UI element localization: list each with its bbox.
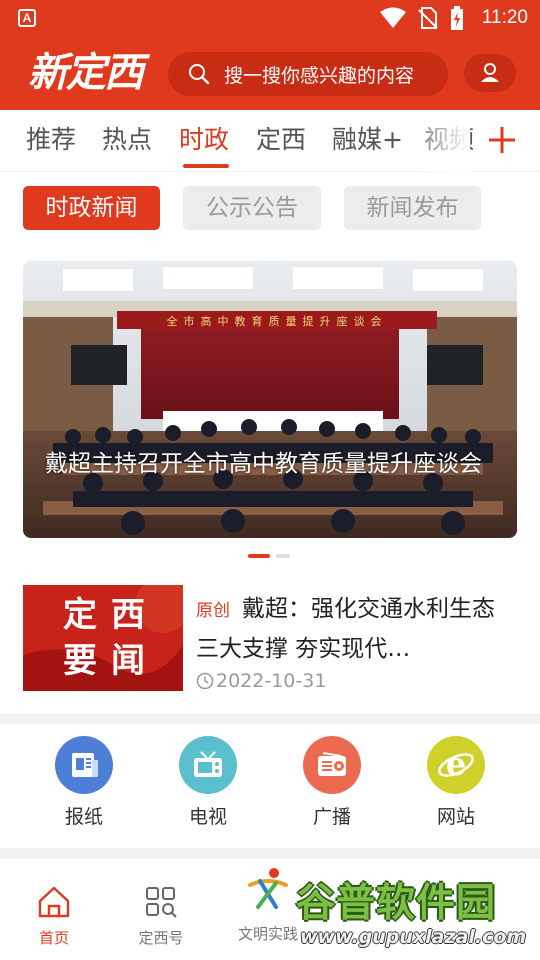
tab-media-plus[interactable]: 融媒+ xyxy=(332,124,403,156)
media-label: 广播 xyxy=(312,806,351,828)
user-button[interactable] xyxy=(464,54,516,92)
news-title: 原创 戴超：强化交通水利生态三大支撑 夯实现代… xyxy=(196,590,516,668)
civilization-logo-icon xyxy=(248,868,288,909)
watermark-text: 谷普软件园 xyxy=(296,881,497,926)
wifi-icon xyxy=(380,7,406,28)
nav-label: 定西号 xyxy=(138,929,184,947)
tab-politics[interactable]: 时政 xyxy=(179,124,229,156)
tabs-fade xyxy=(404,110,470,172)
carousel[interactable]: 全市高中教育质量提升座谈会 戴超主持召开全市高中教育质量提升座谈会 xyxy=(23,261,517,538)
app-logo[interactable]: 新定西 xyxy=(28,46,144,100)
search-icon xyxy=(189,64,210,85)
subtab-political-news[interactable]: 时政新闻 xyxy=(23,186,160,230)
media-label: 报纸 xyxy=(64,806,103,828)
news-date: 2022-10-31 xyxy=(196,670,326,692)
search-placeholder: 搜一搜你感兴趣的内容 xyxy=(224,64,415,87)
radio-icon xyxy=(303,736,361,794)
app-header: 新定西 搜一搜你感兴趣的内容 xyxy=(0,36,540,110)
carousel-dot xyxy=(276,554,290,558)
media-tv[interactable]: 电视 xyxy=(168,736,248,829)
sub-tabs: 时政新闻 公示公告 新闻发布 xyxy=(0,172,540,248)
newspaper-icon xyxy=(55,736,113,794)
meeting-photo: 全市高中教育质量提升座谈会 xyxy=(23,261,517,538)
thumbnail-line2: 要闻 xyxy=(63,641,159,681)
tv-icon xyxy=(179,736,237,794)
watermark-url: www.gupuxlazal.com xyxy=(300,926,527,948)
nav-label: 首页 xyxy=(38,929,69,947)
website-icon: e xyxy=(427,736,485,794)
search-bar[interactable]: 搜一搜你感兴趣的内容 xyxy=(168,52,448,96)
carousel-dot-active xyxy=(248,554,270,558)
media-website[interactable]: e 网站 xyxy=(416,736,496,829)
news-title-text: 戴超：强化交通水利生态三大支撑 夯实现代… xyxy=(196,596,495,662)
news-date-text: 2022-10-31 xyxy=(216,670,327,692)
active-tab-indicator xyxy=(183,164,229,168)
media-label: 电视 xyxy=(188,806,227,828)
tab-hot[interactable]: 热点 xyxy=(102,124,152,156)
section-divider xyxy=(0,714,540,724)
carousel-caption: 戴超主持召开全市高中教育质量提升座谈会 xyxy=(45,451,482,477)
channel-tabs: 推荐 热点 时政 定西 融媒+ 视频 xyxy=(0,110,540,172)
no-sim-icon xyxy=(418,7,438,29)
thumbnail-line1: 定西 xyxy=(63,595,159,635)
home-icon xyxy=(38,886,70,918)
app-notification-icon: A xyxy=(18,9,36,27)
tab-recommend[interactable]: 推荐 xyxy=(26,124,76,156)
media-newspaper[interactable]: 报纸 xyxy=(44,736,124,829)
news-thumbnail: 定西 要闻 xyxy=(23,585,183,691)
grid-search-icon xyxy=(146,887,177,918)
media-label: 网站 xyxy=(436,806,475,828)
watermark: 谷普软件园 www.gupuxlazal.com xyxy=(296,870,540,960)
section-divider xyxy=(0,848,540,858)
subtab-announcements[interactable]: 公示公告 xyxy=(183,186,321,230)
media-shortcuts: 报纸 电视 广播 e 网站 xyxy=(0,726,540,850)
nav-home[interactable]: 首页 xyxy=(14,885,94,948)
original-tag: 原创 xyxy=(196,601,230,621)
nav-dingxi-account[interactable]: 定西号 xyxy=(121,885,201,948)
tab-dingxi[interactable]: 定西 xyxy=(256,124,306,156)
media-radio[interactable]: 广播 xyxy=(292,736,372,829)
battery-charging-icon xyxy=(451,6,463,30)
banner-text: 全市高中教育质量提升座谈会 xyxy=(167,314,388,328)
clock-icon xyxy=(196,672,214,690)
svg-text:e: e xyxy=(446,745,466,783)
user-icon xyxy=(481,63,499,82)
news-list-item[interactable]: 定西 要闻 原创 戴超：强化交通水利生态三大支撑 夯实现代… 2022-10-31 xyxy=(0,580,540,708)
status-bar: A 11:20 xyxy=(0,0,540,36)
clock: 11:20 xyxy=(481,7,528,28)
subtab-press-release[interactable]: 新闻发布 xyxy=(344,186,481,230)
system-icons xyxy=(380,6,464,30)
add-channel-icon[interactable] xyxy=(484,122,520,158)
